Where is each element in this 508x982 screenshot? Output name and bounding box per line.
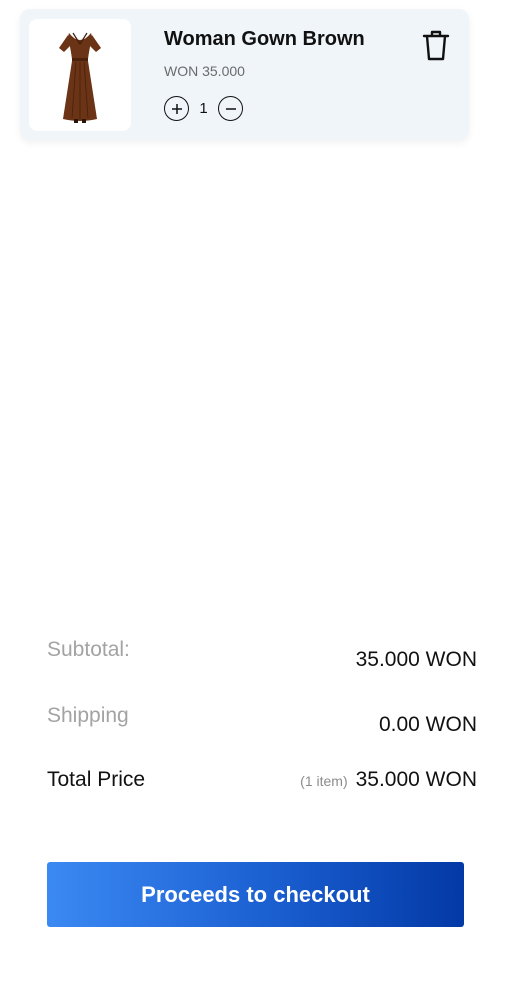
product-title: Woman Gown Brown	[164, 28, 365, 50]
brown-gown-image	[59, 32, 101, 123]
subtotal-value: 35.000 WON	[355, 648, 477, 671]
product-thumbnail[interactable]	[29, 19, 131, 131]
increase-quantity-button[interactable]	[164, 96, 189, 121]
checkout-button[interactable]: Proceeds to checkout	[47, 862, 464, 927]
subtotal-label: Subtotal:	[47, 638, 130, 661]
decrease-quantity-button[interactable]	[218, 96, 243, 121]
plus-icon	[171, 103, 182, 114]
total-price: (1 item) 35.000 WON	[300, 768, 477, 792]
total-price-value: 35.000 WON	[355, 768, 477, 791]
cart-page: Woman Gown Brown WON 35.000 1 Subtotal: …	[0, 0, 508, 982]
item-count: (1 item)	[300, 773, 348, 789]
quantity-stepper: 1	[164, 96, 243, 121]
product-price: WON 35.000	[164, 63, 245, 79]
total-price-label: Total Price	[47, 768, 146, 791]
quantity-value: 1	[199, 100, 208, 117]
trash-icon	[422, 30, 450, 61]
minus-icon	[225, 107, 236, 110]
shipping-label: Shipping	[47, 704, 129, 727]
shipping-value: 0.00 WON	[378, 713, 477, 736]
delete-item-button[interactable]	[421, 28, 451, 62]
cart-item-card[interactable]: Woman Gown Brown WON 35.000 1	[20, 9, 469, 140]
